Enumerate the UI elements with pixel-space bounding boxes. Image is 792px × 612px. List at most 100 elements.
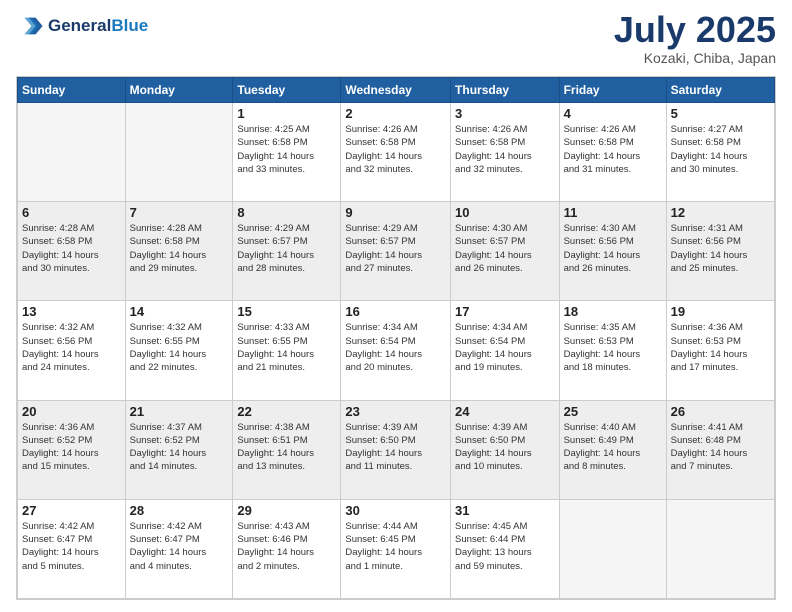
day-number: 27 [22, 503, 121, 518]
calendar-week-row: 27 Sunrise: 4:42 AM Sunset: 6:47 PM Dayli… [18, 499, 775, 598]
calendar-cell: 31 Sunrise: 4:45 AM Sunset: 6:44 PM Dayli… [451, 499, 560, 598]
calendar-cell: 17 Sunrise: 4:34 AM Sunset: 6:54 PM Dayli… [451, 301, 560, 400]
calendar-cell: 3 Sunrise: 4:26 AM Sunset: 6:58 PM Daylig… [451, 103, 560, 202]
day-number: 1 [237, 106, 336, 121]
title-block: July 2025 Kozaki, Chiba, Japan [614, 12, 776, 66]
day-number: 10 [455, 205, 555, 220]
day-number: 5 [671, 106, 770, 121]
calendar-table: Sunday Monday Tuesday Wednesday Thursday… [17, 77, 775, 599]
calendar-cell: 5 Sunrise: 4:27 AM Sunset: 6:58 PM Daylig… [666, 103, 774, 202]
day-number: 17 [455, 304, 555, 319]
calendar-cell: 10 Sunrise: 4:30 AM Sunset: 6:57 PM Dayli… [451, 202, 560, 301]
calendar-cell: 22 Sunrise: 4:38 AM Sunset: 6:51 PM Dayli… [233, 400, 341, 499]
day-info: Sunrise: 4:30 AM Sunset: 6:56 PM Dayligh… [564, 222, 662, 275]
header: GeneralBlue July 2025 Kozaki, Chiba, Jap… [16, 12, 776, 66]
calendar-cell [18, 103, 126, 202]
col-monday: Monday [125, 78, 233, 103]
page: GeneralBlue July 2025 Kozaki, Chiba, Jap… [0, 0, 792, 612]
col-wednesday: Wednesday [341, 78, 451, 103]
day-info: Sunrise: 4:36 AM Sunset: 6:53 PM Dayligh… [671, 321, 770, 374]
day-info: Sunrise: 4:43 AM Sunset: 6:46 PM Dayligh… [237, 520, 336, 573]
calendar-cell [666, 499, 774, 598]
day-info: Sunrise: 4:36 AM Sunset: 6:52 PM Dayligh… [22, 421, 121, 474]
header-row: Sunday Monday Tuesday Wednesday Thursday… [18, 78, 775, 103]
calendar-cell: 15 Sunrise: 4:33 AM Sunset: 6:55 PM Dayli… [233, 301, 341, 400]
calendar-cell: 19Sunrise: 4:36 AM Sunset: 6:53 PM Dayli… [666, 301, 774, 400]
day-info: Sunrise: 4:29 AM Sunset: 6:57 PM Dayligh… [345, 222, 446, 275]
day-number: 3 [455, 106, 555, 121]
day-info: Sunrise: 4:31 AM Sunset: 6:56 PM Dayligh… [671, 222, 770, 275]
col-tuesday: Tuesday [233, 78, 341, 103]
day-info: Sunrise: 4:29 AM Sunset: 6:57 PM Dayligh… [237, 222, 336, 275]
day-info: Sunrise: 4:35 AM Sunset: 6:53 PM Dayligh… [564, 321, 662, 374]
calendar-cell: 24 Sunrise: 4:39 AM Sunset: 6:50 PM Dayli… [451, 400, 560, 499]
day-info: Sunrise: 4:42 AM Sunset: 6:47 PM Dayligh… [130, 520, 229, 573]
calendar-week-row: 6 Sunrise: 4:28 AM Sunset: 6:58 PM Daylig… [18, 202, 775, 301]
day-number: 22 [237, 404, 336, 419]
day-info: Sunrise: 4:30 AM Sunset: 6:57 PM Dayligh… [455, 222, 555, 275]
calendar-cell: 2 Sunrise: 4:26 AM Sunset: 6:58 PM Daylig… [341, 103, 451, 202]
location-subtitle: Kozaki, Chiba, Japan [614, 50, 776, 66]
calendar-cell: 30 Sunrise: 4:44 AM Sunset: 6:45 PM Dayli… [341, 499, 451, 598]
day-number: 11 [564, 205, 662, 220]
day-number: 30 [345, 503, 446, 518]
logo: GeneralBlue [16, 12, 148, 40]
calendar-cell: 13 Sunrise: 4:32 AM Sunset: 6:56 PM Dayli… [18, 301, 126, 400]
col-saturday: Saturday [666, 78, 774, 103]
day-number: 15 [237, 304, 336, 319]
day-number: 8 [237, 205, 336, 220]
day-number: 24 [455, 404, 555, 419]
day-info: Sunrise: 4:34 AM Sunset: 6:54 PM Dayligh… [345, 321, 446, 374]
day-info: Sunrise: 4:32 AM Sunset: 6:56 PM Dayligh… [22, 321, 121, 374]
day-number: 4 [564, 106, 662, 121]
logo-text: GeneralBlue [48, 16, 148, 36]
day-info: Sunrise: 4:32 AM Sunset: 6:55 PM Dayligh… [130, 321, 229, 374]
calendar-header: Sunday Monday Tuesday Wednesday Thursday… [18, 78, 775, 103]
day-info: Sunrise: 4:26 AM Sunset: 6:58 PM Dayligh… [455, 123, 555, 176]
day-info: Sunrise: 4:44 AM Sunset: 6:45 PM Dayligh… [345, 520, 446, 573]
day-info: Sunrise: 4:26 AM Sunset: 6:58 PM Dayligh… [345, 123, 446, 176]
calendar-cell [559, 499, 666, 598]
day-info: Sunrise: 4:38 AM Sunset: 6:51 PM Dayligh… [237, 421, 336, 474]
day-number: 6 [22, 205, 121, 220]
day-info: Sunrise: 4:28 AM Sunset: 6:58 PM Dayligh… [130, 222, 229, 275]
day-info: Sunrise: 4:39 AM Sunset: 6:50 PM Dayligh… [345, 421, 446, 474]
day-info: Sunrise: 4:39 AM Sunset: 6:50 PM Dayligh… [455, 421, 555, 474]
day-number: 18 [564, 304, 662, 319]
col-sunday: Sunday [18, 78, 126, 103]
day-number: 20 [22, 404, 121, 419]
day-number: 7 [130, 205, 229, 220]
calendar-cell: 29Sunrise: 4:43 AM Sunset: 6:46 PM Dayli… [233, 499, 341, 598]
day-info: Sunrise: 4:34 AM Sunset: 6:54 PM Dayligh… [455, 321, 555, 374]
month-title: July 2025 [614, 12, 776, 48]
calendar-cell: 11 Sunrise: 4:30 AM Sunset: 6:56 PM Dayli… [559, 202, 666, 301]
day-info: Sunrise: 4:42 AM Sunset: 6:47 PM Dayligh… [22, 520, 121, 573]
calendar-cell [125, 103, 233, 202]
logo-icon [16, 12, 44, 40]
day-number: 9 [345, 205, 446, 220]
calendar-week-row: 13 Sunrise: 4:32 AM Sunset: 6:56 PM Dayli… [18, 301, 775, 400]
calendar-cell: 6Sunrise: 4:28 AM Sunset: 6:58 PM Daylig… [18, 202, 126, 301]
day-number: 21 [130, 404, 229, 419]
day-number: 14 [130, 304, 229, 319]
day-info: Sunrise: 4:33 AM Sunset: 6:55 PM Dayligh… [237, 321, 336, 374]
day-number: 2 [345, 106, 446, 121]
calendar-cell: 25Sunrise: 4:40 AM Sunset: 6:49 PM Dayli… [559, 400, 666, 499]
calendar-cell: 26Sunrise: 4:41 AM Sunset: 6:48 PM Dayli… [666, 400, 774, 499]
day-number: 26 [671, 404, 770, 419]
calendar: Sunday Monday Tuesday Wednesday Thursday… [16, 76, 776, 600]
day-number: 28 [130, 503, 229, 518]
calendar-cell: 4 Sunrise: 4:26 AM Sunset: 6:58 PM Daylig… [559, 103, 666, 202]
calendar-week-row: 1Sunrise: 4:25 AM Sunset: 6:58 PM Daylig… [18, 103, 775, 202]
calendar-cell: 12Sunrise: 4:31 AM Sunset: 6:56 PM Dayli… [666, 202, 774, 301]
calendar-cell: 20 Sunrise: 4:36 AM Sunset: 6:52 PM Dayli… [18, 400, 126, 499]
day-number: 16 [345, 304, 446, 319]
calendar-cell: 16 Sunrise: 4:34 AM Sunset: 6:54 PM Dayli… [341, 301, 451, 400]
day-number: 13 [22, 304, 121, 319]
day-info: Sunrise: 4:27 AM Sunset: 6:58 PM Dayligh… [671, 123, 770, 176]
day-info: Sunrise: 4:26 AM Sunset: 6:58 PM Dayligh… [564, 123, 662, 176]
calendar-cell: 1Sunrise: 4:25 AM Sunset: 6:58 PM Daylig… [233, 103, 341, 202]
day-info: Sunrise: 4:45 AM Sunset: 6:44 PM Dayligh… [455, 520, 555, 573]
calendar-cell: 21Sunrise: 4:37 AM Sunset: 6:52 PM Dayli… [125, 400, 233, 499]
day-number: 31 [455, 503, 555, 518]
